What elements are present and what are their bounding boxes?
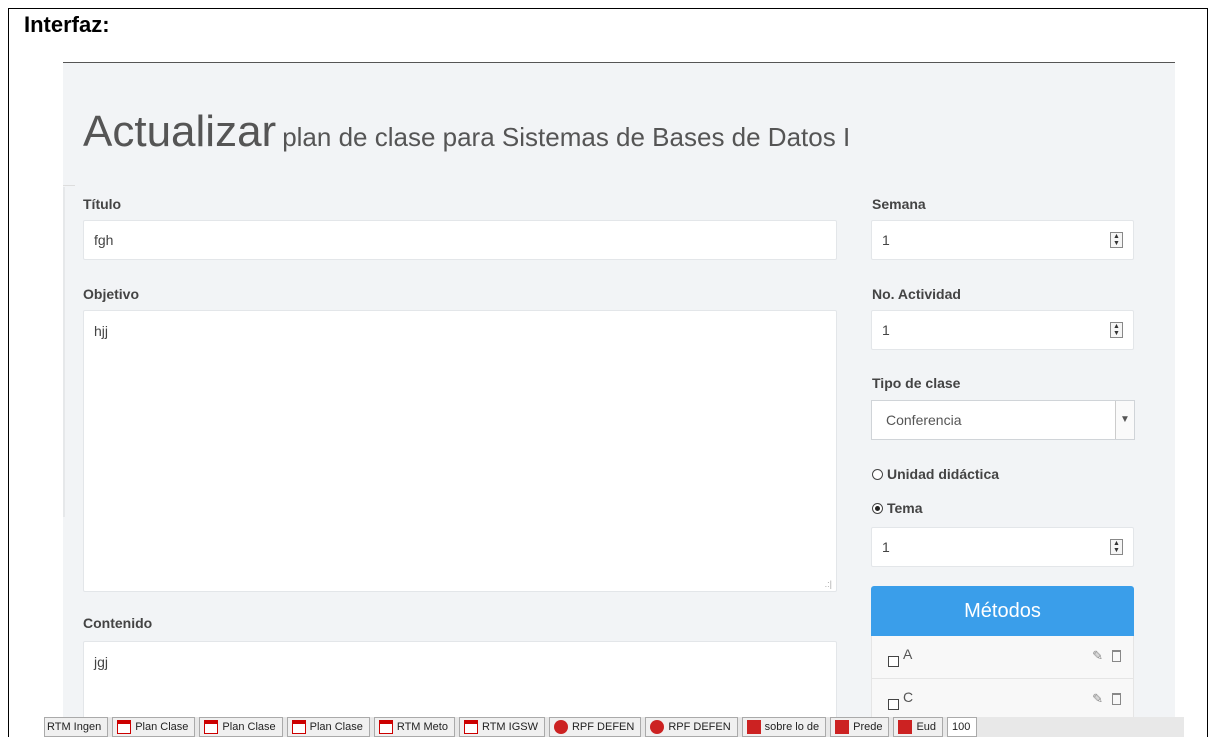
taskbar-item-label: Plan Clase bbox=[309, 721, 363, 733]
objetivo-value: hjj bbox=[94, 323, 109, 339]
pdf-icon bbox=[378, 720, 393, 734]
unidad-didactica-radio[interactable] bbox=[872, 468, 883, 480]
actividad-label: No. Actividad bbox=[872, 286, 961, 302]
taskbar-item[interactable]: RPF DEFEN bbox=[645, 717, 738, 737]
taskbar-item-label: RPF DEFEN bbox=[668, 721, 731, 733]
taskbar-item-label: Plan Clase bbox=[135, 721, 189, 733]
taskbar-item[interactable]: RTM Meto bbox=[373, 717, 455, 737]
pdf-icon bbox=[291, 720, 306, 734]
page-title: Actualizar plan de clase para Sistemas de… bbox=[83, 107, 850, 157]
trash-icon[interactable] bbox=[1112, 650, 1121, 662]
taskbar-item-label: sobre lo de bbox=[764, 721, 820, 733]
metodos-header: Métodos bbox=[871, 586, 1134, 636]
taskbar-item[interactable]: Plan Clase bbox=[112, 717, 196, 737]
objetivo-label: Objetivo bbox=[83, 286, 140, 302]
taskbar-item-label: RPF DEFEN bbox=[571, 721, 635, 733]
error-icon bbox=[650, 720, 665, 734]
taskbar: RTM Ingen Plan Clase Plan Clase Plan Cla… bbox=[44, 717, 1184, 737]
metodo-label: C bbox=[903, 689, 914, 705]
taskbar-item[interactable]: Prede bbox=[830, 717, 890, 737]
error-icon bbox=[553, 720, 568, 734]
resize-handle-icon[interactable]: .:| bbox=[825, 579, 832, 589]
pdf-icon bbox=[117, 720, 132, 734]
page-title-subject: plan de clase para Sistemas de Bases de … bbox=[282, 122, 851, 152]
left-edge-strip bbox=[63, 187, 65, 517]
tema-label: Tema bbox=[887, 500, 923, 516]
unidad-didactica-option[interactable]: Unidad didáctica bbox=[872, 466, 999, 482]
chevron-down-icon[interactable]: ▼ bbox=[1115, 401, 1134, 439]
taskbar-item-label: Plan Clase bbox=[222, 721, 276, 733]
taskbar-item[interactable]: RTM IGSW bbox=[458, 717, 545, 737]
book-icon bbox=[835, 720, 850, 734]
tema-value: 1 bbox=[882, 539, 890, 555]
taskbar-item-label: RTM Meto bbox=[396, 721, 448, 733]
tema-input[interactable]: 1 ▲ ▼ bbox=[871, 527, 1134, 567]
edit-pencil-icon[interactable]: ✎ bbox=[1092, 691, 1103, 707]
taskbar-item-label: Prede bbox=[853, 721, 883, 733]
tipo-clase-select[interactable]: Conferencia ▼ bbox=[871, 400, 1135, 440]
title-divider bbox=[63, 185, 75, 186]
taskbar-item[interactable]: RPF DEFEN bbox=[548, 717, 642, 737]
trash-icon[interactable] bbox=[1112, 693, 1121, 705]
unidad-didactica-label: Unidad didáctica bbox=[887, 466, 1000, 482]
semana-label: Semana bbox=[872, 196, 926, 212]
metodo-checkbox[interactable] bbox=[888, 656, 899, 667]
metodo-item[interactable]: A ✎ bbox=[871, 636, 1134, 679]
metodo-item[interactable]: C ✎ bbox=[871, 679, 1134, 718]
contenido-textarea[interactable]: jgj bbox=[83, 641, 837, 718]
pdf-icon bbox=[463, 720, 478, 734]
pdf-icon bbox=[204, 720, 219, 734]
taskbar-item[interactable]: Plan Clase bbox=[199, 717, 283, 737]
taskbar-item-label: RTM IGSW bbox=[481, 721, 538, 733]
page-title-action: Actualizar bbox=[83, 107, 277, 156]
contenido-value: jgj bbox=[94, 654, 109, 670]
titulo-value: fgh bbox=[94, 232, 114, 248]
semana-input[interactable]: 1 ▲ ▼ bbox=[871, 220, 1134, 260]
tema-spinner-icon[interactable]: ▲ ▼ bbox=[1110, 539, 1123, 555]
taskbar-item[interactable]: 100 bbox=[947, 717, 978, 737]
document-heading: Interfaz: bbox=[24, 12, 110, 37]
actividad-spinner-icon[interactable]: ▲ ▼ bbox=[1110, 322, 1123, 338]
semana-value: 1 bbox=[882, 232, 890, 248]
actividad-input[interactable]: 1 ▲ ▼ bbox=[871, 310, 1134, 350]
objetivo-textarea[interactable]: hjj .:| bbox=[83, 310, 837, 592]
taskbar-item-label: 100 bbox=[952, 721, 971, 733]
tema-radio[interactable] bbox=[872, 502, 883, 514]
taskbar-item[interactable]: Eud bbox=[893, 717, 944, 737]
book-icon bbox=[746, 720, 761, 734]
actividad-value: 1 bbox=[882, 322, 890, 338]
titulo-label: Título bbox=[83, 196, 122, 212]
semana-spinner-icon[interactable]: ▲ ▼ bbox=[1110, 232, 1123, 248]
taskbar-item[interactable]: RTM Ingen bbox=[44, 717, 109, 737]
metodos-panel: Métodos A ✎ C ✎ bbox=[871, 586, 1134, 718]
metodo-checkbox[interactable] bbox=[888, 699, 899, 710]
tipo-clase-value: Conferencia bbox=[886, 412, 962, 428]
metodo-label: A bbox=[903, 646, 913, 662]
edit-pencil-icon[interactable]: ✎ bbox=[1092, 648, 1103, 664]
tema-option[interactable]: Tema bbox=[872, 500, 923, 516]
book-icon bbox=[898, 720, 913, 734]
taskbar-item[interactable]: Plan Clase bbox=[286, 717, 370, 737]
taskbar-item[interactable]: sobre lo de bbox=[741, 717, 827, 737]
contenido-label: Contenido bbox=[83, 615, 153, 631]
titulo-input[interactable]: fgh bbox=[83, 220, 837, 260]
app-screenshot: Actualizar plan de clase para Sistemas de… bbox=[63, 62, 1175, 718]
taskbar-item-label: RTM Ingen bbox=[47, 721, 102, 733]
tipo-clase-label: Tipo de clase bbox=[872, 375, 961, 391]
taskbar-item-label: Eud bbox=[916, 721, 937, 733]
